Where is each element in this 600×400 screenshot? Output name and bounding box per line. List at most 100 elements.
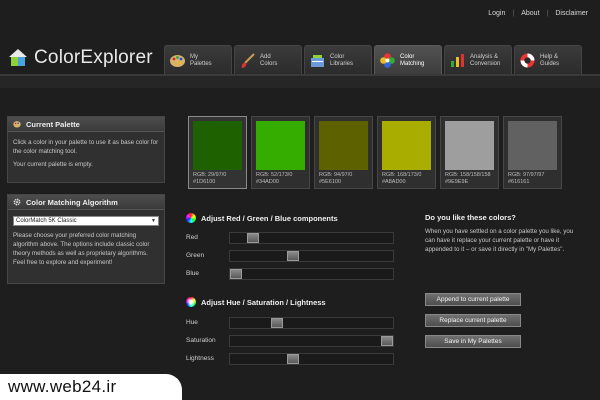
panel-header: Color Matching Algorithm [8, 195, 164, 210]
gear-icon [13, 198, 21, 206]
swatch-values: RGB: 94/97/0 #5E6100 [319, 172, 352, 186]
lightness-slider[interactable] [229, 353, 394, 365]
tab-label: Color Matching [400, 53, 425, 67]
swatch-rgb: RGB: 158/158/158 [445, 172, 491, 178]
algorithm-select[interactable]: ColorMatch 5K Classic ▼ [13, 216, 159, 226]
slider-handle[interactable] [287, 251, 299, 261]
swatch-hex: #34AD00 [256, 179, 279, 185]
color-flower-icon [380, 53, 395, 68]
blue-label: Blue [186, 270, 200, 277]
hsl-section-title: Adjust Hue / Saturation / Lightness [186, 297, 326, 307]
saturation-label: Saturation [186, 337, 216, 344]
swatch-color[interactable] [319, 121, 368, 170]
save-palette-button[interactable]: Save in My Palettes [425, 335, 521, 348]
section-title-text: Adjust Red / Green / Blue components [201, 213, 338, 223]
swatch-color[interactable] [382, 121, 431, 170]
login-link[interactable]: Login [488, 10, 505, 17]
tab-label: Help & Guides [540, 53, 560, 67]
panel-header: Current Palette [8, 117, 164, 132]
panel-text: Click a color in your palette to use it … [13, 139, 159, 155]
swatch-color[interactable] [193, 121, 242, 170]
disclaimer-link[interactable]: Disclaimer [555, 10, 588, 17]
tab-label: My Palettes [190, 53, 212, 67]
swatch-rgb: RGB: 168/173/0 [382, 172, 422, 178]
replace-palette-button[interactable]: Replace current palette [425, 314, 521, 327]
panel-title: Current Palette [26, 119, 80, 129]
rgb-section-title: Adjust Red / Green / Blue components [186, 213, 338, 223]
separator: | [512, 10, 515, 17]
slider-handle[interactable] [271, 318, 283, 328]
library-icon [311, 55, 324, 67]
swatch-rgb: RGB: 97/97/97 [508, 172, 545, 178]
brush-icon [241, 53, 255, 68]
header-band [0, 76, 600, 88]
panel-text: Please choose your preferred color match… [13, 232, 150, 266]
logo-house-icon [9, 49, 27, 66]
lightness-label: Lightness [186, 355, 214, 362]
green-label: Green [186, 252, 205, 259]
saturation-slider[interactable] [229, 335, 394, 347]
swatch-hex: #9E9E9E [445, 179, 469, 185]
slider-handle[interactable] [287, 354, 299, 364]
logo-text: ColorExplorer [34, 47, 153, 68]
slider-handle[interactable] [230, 269, 242, 279]
analysis-icon [451, 54, 464, 67]
swatch-color[interactable] [445, 121, 494, 170]
green-slider[interactable] [229, 250, 394, 262]
swatch-values: RGB: 158/158/158 #9E9E9E [445, 172, 491, 186]
swatch-values: RGB: 97/97/97 #616161 [508, 172, 544, 186]
color-swatch[interactable]: RGB: 97/97/97 #616161 [503, 116, 562, 189]
tab-color-matching[interactable]: Color Matching [374, 45, 442, 75]
swatch-values: RGB: 29/97/0 #1D6100 [193, 172, 226, 186]
palette-icon [13, 121, 21, 128]
palette-icon [170, 55, 185, 67]
algorithm-panel: Color Matching Algorithm ColorMatch 5K C… [7, 194, 165, 284]
current-palette-panel: Current Palette Click a color in your pa… [7, 116, 165, 183]
tab-analysis-conversion[interactable]: Analysis & Conversion [444, 45, 512, 75]
swatch-values: RGB: 52/173/0 #34AD00 [256, 172, 292, 186]
red-slider[interactable] [229, 232, 394, 244]
color-swatch[interactable]: RGB: 168/173/0 #A8AD00 [377, 116, 436, 189]
lifebuoy-icon [520, 53, 535, 68]
color-swatch[interactable]: RGB: 29/97/0 #1D6100 [188, 116, 247, 189]
tab-help-guides[interactable]: Help & Guides [514, 45, 582, 75]
blue-slider[interactable] [229, 268, 394, 280]
swatch-rgb: RGB: 29/97/0 [193, 172, 227, 178]
chevron-down-icon: ▼ [151, 217, 156, 224]
tab-add-colors[interactable]: Add Colors [234, 45, 302, 75]
swatch-hex: #A8AD00 [382, 179, 406, 185]
slider-handle[interactable] [381, 336, 393, 346]
append-palette-button[interactable]: Append to current palette [425, 293, 521, 306]
palette-empty-text: Your current palette is empty. [13, 161, 93, 168]
hue-label: Hue [186, 319, 198, 326]
swatch-color[interactable] [256, 121, 305, 170]
tab-my-palettes[interactable]: My Palettes [164, 45, 232, 75]
like-title: Do you like these colors? [425, 213, 516, 222]
algorithm-selected-value: ColorMatch 5K Classic [16, 217, 77, 224]
tab-color-libraries[interactable]: Color Libraries [304, 45, 372, 75]
logo[interactable]: ColorExplorer [8, 47, 153, 69]
red-label: Red [186, 234, 198, 241]
separator: | [546, 10, 549, 17]
color-swatch[interactable]: RGB: 52/173/0 #34AD00 [251, 116, 310, 189]
section-title-text: Adjust Hue / Saturation / Lightness [201, 297, 326, 307]
hue-slider[interactable] [229, 317, 394, 329]
swatch-hex: #1D6100 [193, 179, 216, 185]
swatch-color[interactable] [508, 121, 557, 170]
watermark-text: www.web24.ir [8, 377, 117, 396]
slider-handle[interactable] [247, 233, 259, 243]
about-link[interactable]: About [521, 10, 539, 17]
swatch-values: RGB: 168/173/0 #A8AD00 [382, 172, 421, 186]
like-text: When you have settled on a color palette… [425, 228, 574, 253]
swatch-rgb: RGB: 52/173/0 [256, 172, 293, 178]
color-swatch[interactable]: RGB: 158/158/158 #9E9E9E [440, 116, 499, 189]
tab-label: Analysis & Conversion [470, 53, 501, 67]
panel-title: Color Matching Algorithm [26, 197, 118, 207]
color-swatch[interactable]: RGB: 94/97/0 #5E6100 [314, 116, 373, 189]
swatch-hex: #616161 [508, 179, 530, 185]
top-links: Login | About | Disclaimer [488, 10, 588, 17]
watermark: www.web24.ir [0, 374, 182, 400]
color-wheel-icon [186, 213, 196, 223]
tab-label: Color Libraries [330, 53, 354, 67]
color-wheel-icon [186, 297, 196, 307]
